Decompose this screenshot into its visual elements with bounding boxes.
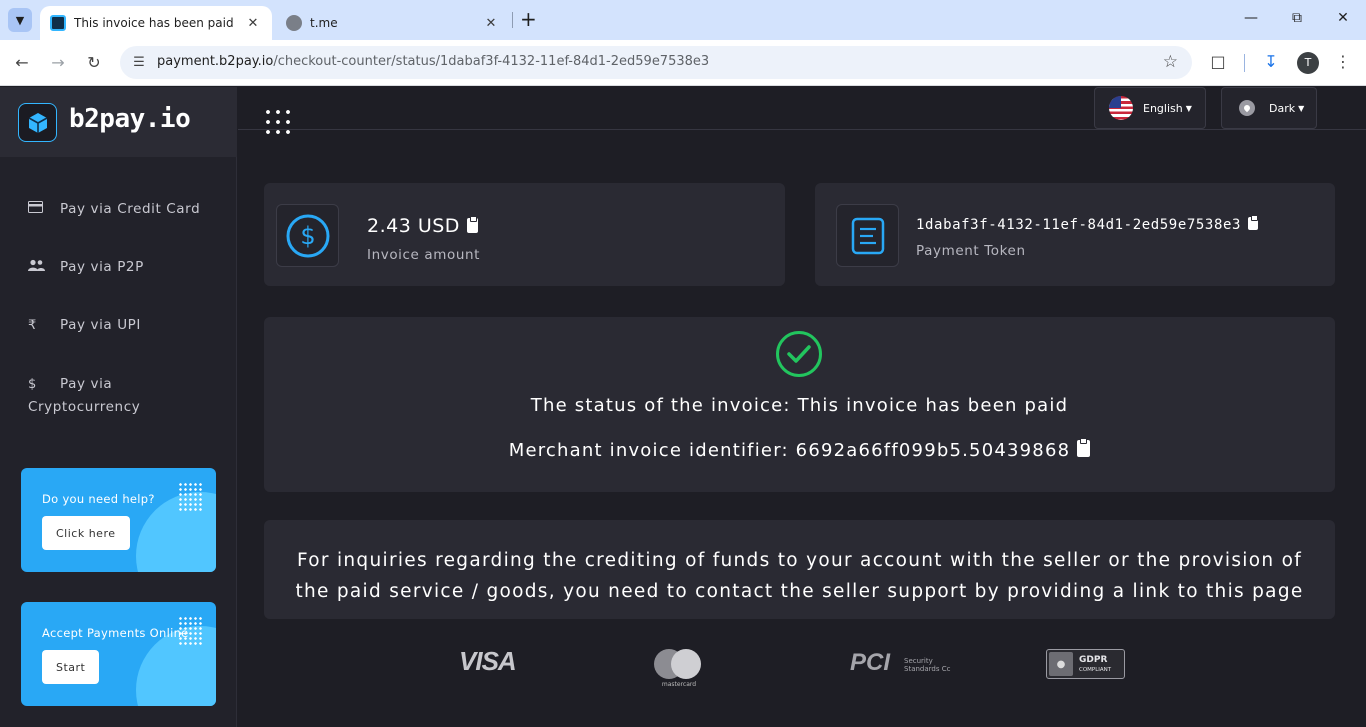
theme-drop-icon: [1239, 100, 1255, 116]
support-notice-card: For inquiries regarding the crediting of…: [264, 520, 1335, 619]
url-host: payment.b2pay.io: [157, 54, 274, 69]
copy-clipboard-icon[interactable]: [1248, 215, 1259, 230]
b2pay-favicon-icon: [50, 15, 66, 31]
tab-invoice[interactable]: This invoice has been paid ✕: [40, 6, 272, 40]
top-bar: English ▼ Dark ▼: [238, 87, 1366, 135]
us-flag-icon: [1109, 96, 1133, 120]
tab-search-button[interactable]: ▼: [8, 8, 32, 32]
sidebar-item-label: Pay via Credit Card: [60, 201, 201, 217]
tab-title: t.me: [310, 16, 338, 30]
tab-close-icon[interactable]: ✕: [244, 16, 262, 31]
caret-down-icon: ▼: [1298, 103, 1305, 113]
sidebar-item-crypto[interactable]: $ Pay via Cryptocurrency: [28, 373, 218, 418]
promo-title: Accept Payments Online: [42, 626, 189, 640]
site-info-icon[interactable]: ☰: [129, 53, 149, 73]
invoice-amount-card: $ 2.43 USD Invoice amount: [264, 183, 785, 286]
main-content: English ▼ Dark ▼ $ 2.43 USD Invoice amou…: [238, 87, 1366, 727]
apps-grid-menu-icon[interactable]: [263, 107, 291, 135]
invoice-status-text: The status of the invoice: This invoice …: [530, 395, 1069, 416]
back-arrow-icon[interactable]: ←: [11, 52, 33, 74]
people-icon: [28, 257, 60, 279]
toolbar-separator: [1244, 54, 1245, 72]
svg-text:$: $: [300, 222, 315, 250]
globe-favicon-icon: [286, 15, 302, 31]
brand-name: b2pay.io: [69, 104, 191, 134]
bookmark-star-icon[interactable]: ☆: [1163, 52, 1178, 72]
address-bar[interactable]: ☰ payment.b2pay.io/checkout-counter/stat…: [120, 46, 1192, 79]
merchant-invoice-id: Merchant invoice identifier: 6692a66ff09…: [264, 438, 1335, 461]
url-path: /checkout-counter/status/1dabaf3f-4132-1…: [273, 54, 710, 69]
language-label: English: [1143, 101, 1183, 115]
visa-logo: VISA: [459, 646, 517, 676]
pci-logo: PCI Security Standards Cc: [850, 649, 951, 676]
reload-icon[interactable]: ↻: [83, 52, 105, 74]
tab-separator: [512, 12, 513, 28]
browser-menu-kebab-icon[interactable]: ⋮: [1332, 52, 1354, 71]
tab-close-icon[interactable]: ✕: [482, 16, 500, 31]
accept-payments-promo-card: Accept Payments Online Start: [21, 602, 216, 706]
payment-token-card: 1dabaf3f-4132-11ef-84d1-2ed59e7538e3 Pay…: [815, 183, 1335, 286]
invoice-status-card: The status of the invoice: This invoice …: [264, 317, 1335, 492]
sidebar: b2pay.io Pay via Credit Card Pay via P2P…: [0, 87, 237, 727]
payment-token-value: 1dabaf3f-4132-11ef-84d1-2ed59e7538e3: [916, 215, 1259, 233]
help-promo-card: Do you need help? Click here: [21, 468, 216, 572]
new-tab-plus-icon[interactable]: +: [520, 9, 537, 29]
forward-arrow-icon[interactable]: →: [47, 52, 69, 74]
invoice-amount-value: 2.43 USD: [367, 215, 478, 237]
brand-header[interactable]: b2pay.io: [0, 87, 237, 157]
language-dropdown[interactable]: English ▼: [1094, 87, 1206, 129]
payment-logos: VISA mastercard PCI Security Standards Cc…: [238, 643, 1366, 693]
browser-tab-bar: ▼ This invoice has been paid ✕ t.me ✕ + …: [0, 0, 1366, 40]
start-button[interactable]: Start: [42, 650, 100, 684]
help-click-here-button[interactable]: Click here: [42, 516, 130, 550]
page: b2pay.io Pay via Credit Card Pay via P2P…: [0, 87, 1366, 727]
chevron-down-icon: ▼: [15, 13, 25, 27]
dollar-circle-icon: $: [276, 204, 339, 267]
copy-clipboard-icon[interactable]: [1077, 438, 1091, 457]
caret-down-icon: ▼: [1185, 103, 1192, 113]
lock-icon: ●: [1049, 652, 1073, 676]
browser-toolbar: ← → ↻ ☰ payment.b2pay.io/checkout-counte…: [0, 40, 1366, 86]
url-text[interactable]: payment.b2pay.io/checkout-counter/status…: [157, 54, 709, 69]
dollar-icon: $: [28, 377, 37, 392]
profile-avatar[interactable]: T: [1297, 52, 1319, 74]
restore-icon[interactable]: ⧉: [1287, 10, 1307, 26]
success-check-icon: [776, 331, 822, 377]
tab-title: This invoice has been paid: [74, 16, 234, 30]
payment-token-label: Payment Token: [916, 243, 1026, 259]
sidebar-item-credit-card[interactable]: Pay via Credit Card: [28, 198, 218, 221]
downloads-icon[interactable]: ↧: [1260, 52, 1282, 71]
mastercard-logo: mastercard: [654, 649, 704, 689]
sidebar-item-p2p[interactable]: Pay via P2P: [28, 256, 218, 279]
copy-clipboard-icon[interactable]: [466, 216, 478, 233]
invoice-amount-label: Invoice amount: [367, 247, 481, 263]
dot-grid-icon: [178, 482, 202, 512]
window-close-icon[interactable]: ✕: [1333, 10, 1353, 26]
document-icon: [836, 204, 899, 267]
support-notice-text: For inquiries regarding the crediting of…: [295, 550, 1304, 602]
sidebar-item-upi[interactable]: ₹ Pay via UPI: [28, 314, 218, 337]
extensions-puzzle-icon[interactable]: □: [1207, 52, 1229, 71]
minimize-icon[interactable]: —: [1241, 10, 1261, 26]
credit-card-icon: [28, 199, 60, 221]
brand-cube-icon: [18, 103, 57, 142]
theme-dropdown[interactable]: Dark ▼: [1221, 87, 1317, 129]
gdpr-logo: ● GDPR COMPLIANT: [1046, 649, 1125, 679]
theme-label: Dark: [1269, 101, 1296, 115]
rupee-icon: ₹: [28, 318, 37, 333]
tab-tme[interactable]: t.me ✕: [276, 6, 510, 40]
sidebar-item-label: Pay via P2P: [60, 259, 144, 275]
promo-title: Do you need help?: [42, 492, 155, 506]
sidebar-item-label: Pay via UPI: [60, 317, 141, 333]
